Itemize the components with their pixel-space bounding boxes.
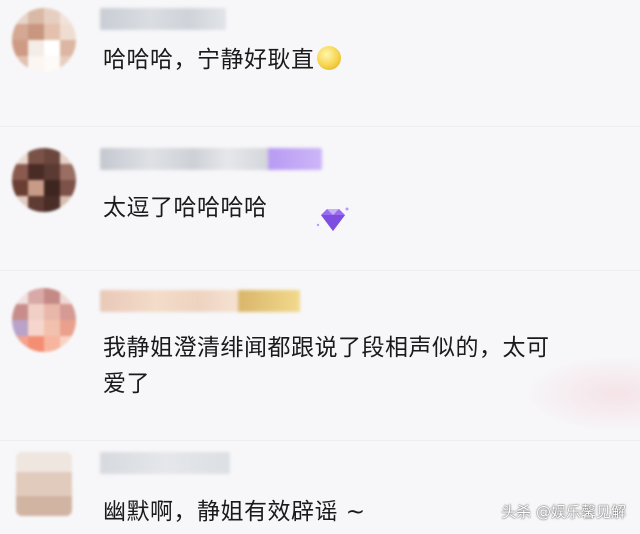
comment-item: 我静姐澄清绯闻都跟说了段相声似的，太可 爱了 (0, 274, 640, 434)
purple-diamond-sticker-icon (316, 207, 349, 231)
comment-text-content: 幽默啊，静姐有效辟谣 ~ (103, 499, 366, 525)
comment-text: 哈哈哈，宁静好耿直 (103, 40, 341, 80)
comment-item: 太逗了哈哈哈哈 (0, 130, 640, 260)
comment-text-content: 我静姐澄清绯闻都跟说了段相声似的，太可 (103, 335, 550, 361)
comment-text: 太逗了哈哈哈哈 (103, 188, 268, 228)
username-blurred[interactable] (100, 290, 240, 312)
avatar[interactable] (12, 8, 76, 72)
comment-text-content: 爱了 (103, 371, 150, 397)
avatar[interactable] (12, 288, 76, 352)
divider (0, 126, 640, 127)
comment-text-content: 太逗了哈哈哈哈 (103, 195, 268, 221)
vip-badge-blurred (268, 148, 322, 170)
divider (0, 270, 640, 271)
smirk-emoji-icon (316, 46, 341, 70)
comment-text-content: 哈哈哈，宁静好耿直 (103, 47, 315, 73)
comment-text-line1: 我静姐澄清绯闻都跟说了段相声似的，太可 (103, 328, 550, 368)
username-blurred[interactable] (100, 148, 270, 170)
comment-text-line2: 爱了 (103, 364, 150, 404)
comment-item: 哈哈哈，宁静好耿直 (0, 0, 640, 120)
avatar[interactable] (12, 148, 76, 212)
username-blurred[interactable] (100, 452, 230, 474)
vip-badge-blurred (238, 290, 300, 312)
divider (0, 440, 640, 441)
comment-text: 幽默啊，静姐有效辟谣 ~ (103, 492, 366, 532)
username-blurred[interactable] (100, 8, 226, 30)
watermark: 头杀 @娱乐馨见解 (501, 503, 626, 521)
avatar[interactable] (16, 452, 72, 516)
